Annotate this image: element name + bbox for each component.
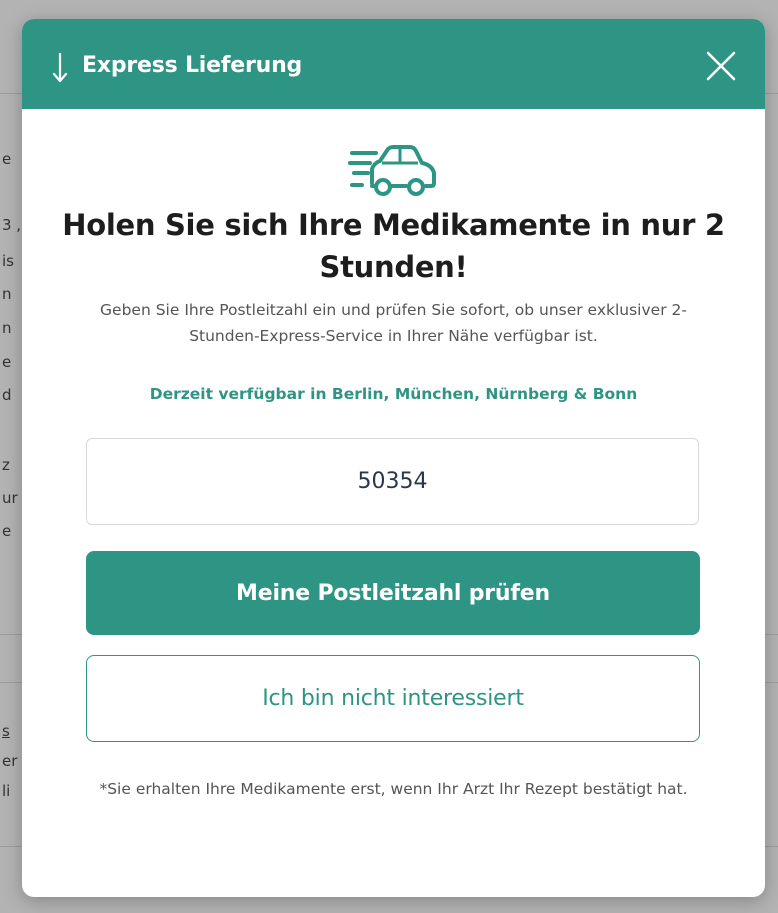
- background-text: d: [2, 386, 12, 404]
- modal-title: Express Lieferung: [82, 53, 303, 78]
- background-text: n: [2, 285, 12, 303]
- background-text: ur: [2, 489, 18, 507]
- availability-note: Derzeit verfügbar in Berlin, München, Nü…: [149, 385, 638, 403]
- check-postal-code-button[interactable]: Meine Postleitzahl prüfen: [86, 551, 700, 635]
- background-text: li: [2, 782, 11, 800]
- background-text: is: [2, 252, 14, 270]
- prescription-footnote: *Sie erhalten Ihre Medikamente erst, wen…: [99, 780, 688, 798]
- close-icon[interactable]: [705, 50, 737, 82]
- background-text: 3 ,: [2, 216, 22, 234]
- background-link: s: [2, 722, 10, 740]
- background-text: n: [2, 319, 12, 337]
- background-text: e: [2, 150, 12, 168]
- express-delivery-modal: Express Lieferung Holen Sie sich Ihre Me…: [22, 19, 765, 897]
- headline: Holen Sie sich Ihre Medikamente in nur 2…: [62, 208, 725, 284]
- postal-code-input[interactable]: [86, 438, 699, 525]
- delivery-car-icon: [348, 145, 436, 196]
- background-text: e: [2, 522, 12, 540]
- description: Geben Sie Ihre Postleitzahl ein und prüf…: [100, 301, 687, 345]
- background-text: z: [2, 456, 10, 474]
- modal-header: Express Lieferung: [22, 19, 765, 109]
- background-text: er: [2, 752, 18, 770]
- background-text: e: [2, 353, 12, 371]
- arrow-down-icon: [52, 52, 68, 83]
- not-interested-button[interactable]: Ich bin nicht interessiert: [86, 655, 700, 742]
